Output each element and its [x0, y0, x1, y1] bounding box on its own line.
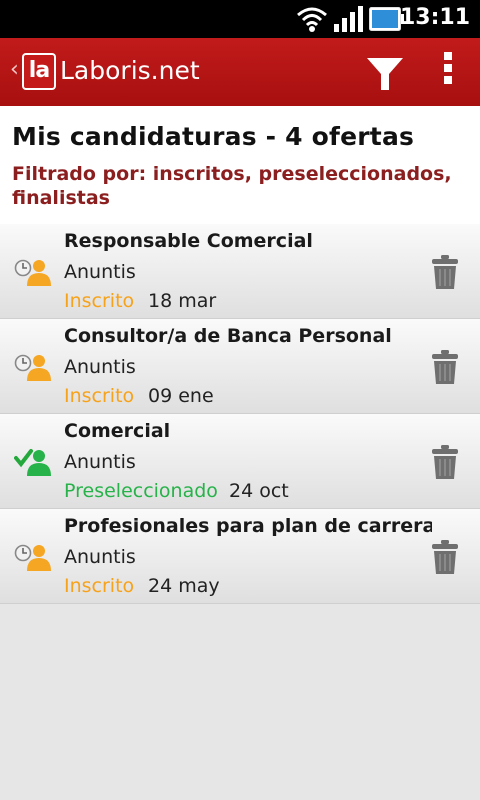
status-label: Inscrito: [64, 575, 135, 597]
trash-icon[interactable]: [431, 254, 459, 290]
clock: 13:11: [399, 5, 470, 30]
filter-icon[interactable]: [365, 54, 405, 94]
app-title: Laboris.net: [60, 56, 200, 85]
status-label: Preseleccionado: [64, 480, 218, 502]
pending-user-icon: [14, 259, 51, 286]
application-date: 09 ene: [148, 385, 214, 407]
trash-icon[interactable]: [431, 349, 459, 385]
company-name: Anuntis: [64, 451, 136, 473]
list-item[interactable]: Responsable Comercial Anuntis Inscrito 1…: [0, 224, 480, 319]
status-bar: 13:11: [0, 0, 480, 38]
approved-user-icon: [14, 449, 51, 476]
trash-icon[interactable]: [431, 539, 459, 575]
list-item[interactable]: Consultor/a de Banca Personal Anuntis In…: [0, 319, 480, 414]
status-label: Inscrito: [64, 290, 135, 312]
pending-user-icon: [14, 354, 51, 381]
overflow-menu-icon[interactable]: [436, 52, 460, 92]
company-name: Anuntis: [64, 261, 136, 283]
signal-icon: [334, 6, 363, 32]
application-date: 24 may: [148, 575, 220, 597]
job-title: Consultor/a de Banca Personal: [64, 325, 392, 347]
page-title: Mis candidaturas - 4 ofertas: [12, 122, 415, 151]
company-name: Anuntis: [64, 546, 136, 568]
list-item[interactable]: Comercial Anuntis Preseleccionado 24 oct: [0, 414, 480, 509]
wifi-icon: [297, 7, 327, 32]
filter-summary: Filtrado por: inscritos, preseleccionado…: [12, 163, 452, 209]
back-chevron-icon[interactable]: ‹: [10, 59, 19, 81]
company-name: Anuntis: [64, 356, 136, 378]
status-label: Inscrito: [64, 385, 135, 407]
job-title: Responsable Comercial: [64, 230, 313, 252]
page-header: Mis candidaturas - 4 ofertas Filtrado po…: [0, 106, 480, 224]
app-logo[interactable]: la: [22, 53, 56, 90]
job-title: Profesionales para plan de carrera ag: [64, 515, 432, 537]
pending-user-icon: [14, 544, 51, 571]
app-logo-text: la: [24, 55, 54, 88]
action-bar: ‹ la Laboris.net: [0, 38, 480, 106]
application-date: 24 oct: [229, 480, 289, 502]
job-title: Comercial: [64, 420, 171, 442]
applications-list: Responsable Comercial Anuntis Inscrito 1…: [0, 224, 480, 604]
trash-icon[interactable]: [431, 444, 459, 480]
list-item[interactable]: Profesionales para plan de carrera ag An…: [0, 509, 480, 604]
application-date: 18 mar: [148, 290, 217, 312]
